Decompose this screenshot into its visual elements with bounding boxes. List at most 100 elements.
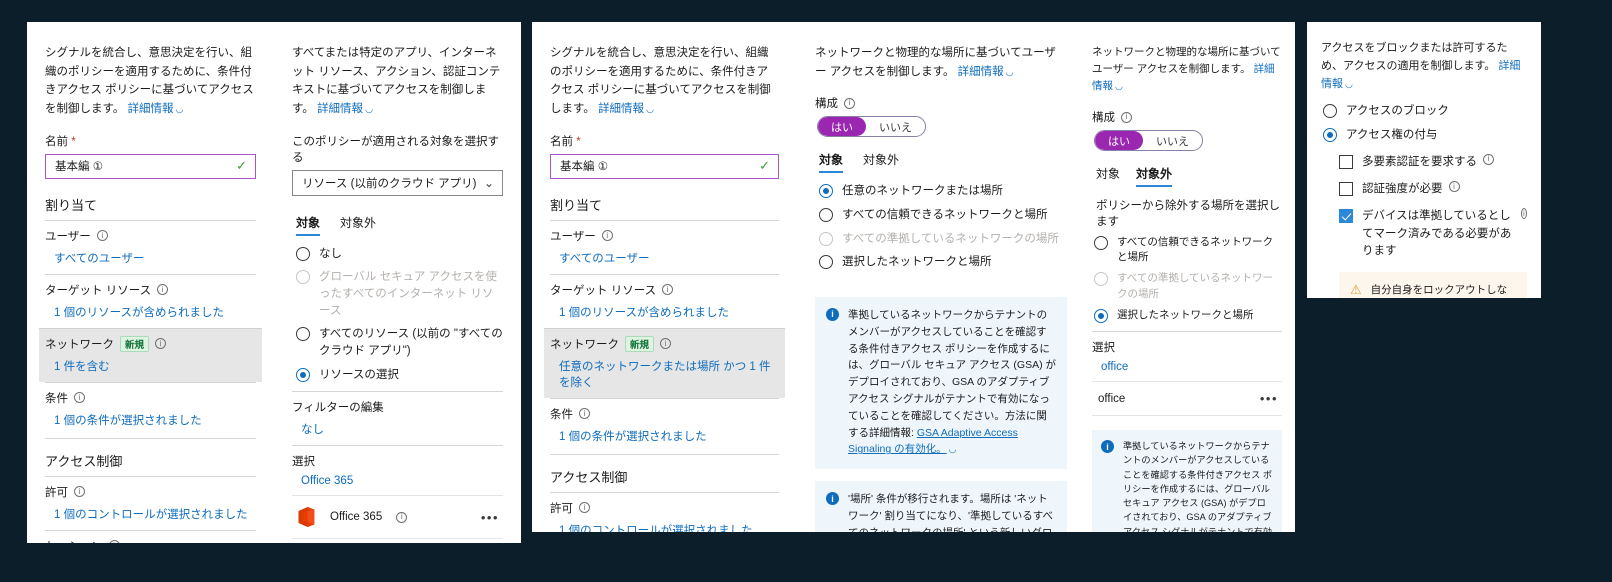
row-users[interactable]: ユーザー i すべてのユーザー [45, 219, 256, 274]
info-icon[interactable]: i [1121, 111, 1132, 123]
info-icon[interactable]: i [660, 338, 672, 349]
panel4-intro-text: ネットワークと物理的な場所に基づいてユーザー アクセスを制御します。 [815, 47, 1056, 78]
pane-grant-controls: アクセスをブロックまたは許可するため、アクセスの適用を制御します。 詳細情報 ◡ … [1307, 22, 1541, 298]
radio-selected-networks[interactable]: 選択したネットワークと場所 [1094, 308, 1282, 323]
row-network[interactable]: ネットワーク 新規 i 1 件を含む [39, 327, 262, 382]
tab-include[interactable]: 対象 [1096, 165, 1120, 187]
checkbox-box [1339, 154, 1353, 169]
tab-include[interactable]: 対象 [819, 151, 844, 174]
more-options-icon[interactable]: ••• [1260, 391, 1278, 406]
row-users[interactable]: ユーザー i すべてのユーザー [550, 219, 779, 274]
tab-exclude[interactable]: 対象外 [863, 151, 899, 173]
info-icon[interactable]: i [157, 284, 169, 295]
info-icon[interactable]: i [74, 486, 85, 497]
row-network[interactable]: ネットワーク 新規 i 任意のネットワークまたは場所 かつ 1 件を除く [544, 327, 785, 398]
info-icon[interactable]: i [96, 230, 108, 241]
row-edit-filter[interactable]: フィルターの編集 なし [292, 391, 503, 445]
info-icon: i [826, 307, 839, 321]
learn-more-link[interactable]: 詳細情報 [317, 103, 363, 115]
info-icon[interactable]: i [74, 392, 85, 403]
external-link-icon: ◡ [365, 103, 373, 114]
checkbox-require-auth-strength[interactable]: 認証強度が必要 i [1339, 181, 1527, 198]
required-asterisk: * [71, 135, 76, 148]
required-asterisk: * [576, 135, 581, 148]
tab-exclude[interactable]: 対象外 [1136, 165, 1173, 187]
name-input[interactable]: 基本編 ① ✓ [550, 153, 779, 179]
info-icon[interactable]: i [579, 502, 590, 513]
info-icon[interactable]: i [579, 408, 590, 419]
row-selection-value[interactable]: Office 365 [292, 475, 503, 487]
toggle-no[interactable]: いいえ [1143, 131, 1202, 150]
row-target-resources[interactable]: ターゲット リソース i 1 個のリソースが含められました [550, 273, 779, 328]
row-network-value[interactable]: 任意のネットワークまたは場所 かつ 1 件を除く [550, 358, 779, 390]
toggle-yes[interactable]: はい [818, 117, 866, 137]
learn-more-link[interactable]: 詳細情報 [958, 66, 1004, 78]
radio-any-network[interactable]: 任意のネットワークまたは場所 [819, 183, 1067, 200]
toggle-control[interactable]: はい いいえ [817, 116, 926, 138]
resource-select[interactable]: リソース (以前のクラウド アプリ) ⌄ [292, 169, 503, 196]
radio-grant-access[interactable]: アクセス権の付与 [1323, 127, 1527, 144]
pane-network-include: ネットワークと物理的な場所に基づいてユーザー アクセスを制御します。 詳細情報 ◡… [797, 22, 1085, 532]
row-target-resources-value[interactable]: 1 個のリソースが含められました [550, 304, 779, 320]
row-edit-filter-value[interactable]: なし [292, 421, 503, 437]
row-conditions-value[interactable]: 1 個の条件が選択されました [550, 428, 779, 444]
row-grant-value[interactable]: 1 個のコントロールが選択されました [45, 506, 256, 522]
include-exclude-tabs: 対象 対象外 [1096, 165, 1282, 187]
row-target-resources[interactable]: ターゲット リソース i 1 個のリソースが含められました [45, 273, 256, 328]
row-selection[interactable]: 選択 office [1092, 331, 1282, 381]
radio-all-resources[interactable]: すべてのリソース (以前の "すべてのクラウド アプリ") [296, 326, 503, 359]
row-selection[interactable]: 選択 Office 365 [292, 445, 503, 495]
external-link-icon: ◡ [1345, 78, 1353, 89]
checkbox-require-auth-strength-label: 認証強度が必要 i [1362, 181, 1460, 198]
row-grant[interactable]: 許可 i 1 個のコントロールが選択されました [45, 475, 256, 530]
info-icon[interactable]: i [662, 284, 674, 295]
configure-toggle[interactable]: はい いいえ [817, 116, 1067, 138]
radio-selected-networks[interactable]: 選択したネットワークと場所 [819, 254, 1067, 271]
toggle-no[interactable]: いいえ [866, 117, 925, 136]
row-conditions[interactable]: 条件 i 1 個の条件が選択されました [550, 397, 779, 452]
radio-block-access[interactable]: アクセスのブロック [1323, 103, 1527, 120]
row-target-resources-value[interactable]: 1 個のリソースが含められました [45, 304, 256, 320]
row-selection-value[interactable]: office [1092, 361, 1282, 373]
radio-all-trusted[interactable]: すべての信頼できるネットワークと場所 [1094, 235, 1282, 265]
radio-all-trusted-label: すべての信頼できるネットワークと場所 [842, 208, 1048, 221]
checkbox-require-mfa-label: 多要素認証を要求する i [1362, 153, 1494, 171]
toggle-control[interactable]: はい いいえ [1094, 130, 1203, 151]
name-input[interactable]: 基本編 ① ✓ [45, 153, 256, 179]
row-users-value[interactable]: すべてのユーザー [550, 250, 779, 266]
row-users-value[interactable]: すべてのユーザー [45, 250, 256, 266]
external-link-icon: ◡ [1005, 66, 1014, 77]
toggle-yes[interactable]: はい [1095, 131, 1143, 150]
learn-more-link[interactable]: 詳細情報 [598, 103, 644, 115]
include-exclude-tabs: 対象 対象外 [819, 151, 1067, 174]
radio-grant-access-label: アクセス権の付与 [1346, 129, 1438, 142]
learn-more-link[interactable]: 詳細情報 [128, 103, 174, 115]
pane-target-resources: すべてまたは特定のアプリ、インターネット リソース、アクション、認証コンテキスト… [274, 22, 521, 543]
radio-select-resources[interactable]: リソースの選択 [296, 367, 503, 384]
row-conditions-value[interactable]: 1 個の条件が選択されました [45, 412, 256, 428]
info-icon[interactable]: i [1483, 153, 1494, 165]
configure-toggle[interactable]: はい いいえ [1094, 130, 1282, 151]
tab-exclude[interactable]: 対象外 [340, 214, 376, 236]
info-icon[interactable]: i [844, 97, 855, 109]
app-row-office365[interactable]: Office 365 i ••• [292, 495, 503, 540]
info-icon[interactable]: i [396, 511, 408, 523]
more-options-icon[interactable]: ••• [481, 510, 499, 525]
info-icon[interactable]: i [108, 540, 120, 543]
checkbox-require-compliant-device[interactable]: デバイスは準拠しているとしてマーク済みである必要があります i [1339, 208, 1527, 260]
radio-none[interactable]: なし [296, 246, 503, 263]
row-conditions[interactable]: 条件 i 1 個の条件が選択されました [45, 381, 256, 436]
row-network-value[interactable]: 1 件を含む [45, 358, 256, 374]
row-grant[interactable]: 許可 i 1 個のコントロールが選択されました [550, 491, 779, 533]
panel2-intro: すべてまたは特定のアプリ、インターネット リソース、アクション、認証コンテキスト… [292, 44, 503, 119]
tab-include[interactable]: 対象 [296, 214, 321, 236]
info-icon[interactable]: i [601, 230, 613, 241]
row-session[interactable]: セッション i 0 個のコントロールが選択されました [45, 529, 256, 543]
list-row-office[interactable]: office ••• [1092, 381, 1282, 417]
info-icon[interactable]: i [1448, 181, 1460, 193]
checkbox-require-mfa[interactable]: 多要素認証を要求する i [1339, 153, 1527, 171]
info-icon[interactable]: i [155, 338, 167, 349]
info-icon[interactable]: i [1520, 208, 1527, 220]
row-grant-value[interactable]: 1 個のコントロールが選択されました [550, 522, 779, 533]
radio-all-trusted[interactable]: すべての信頼できるネットワークと場所 [819, 207, 1067, 224]
